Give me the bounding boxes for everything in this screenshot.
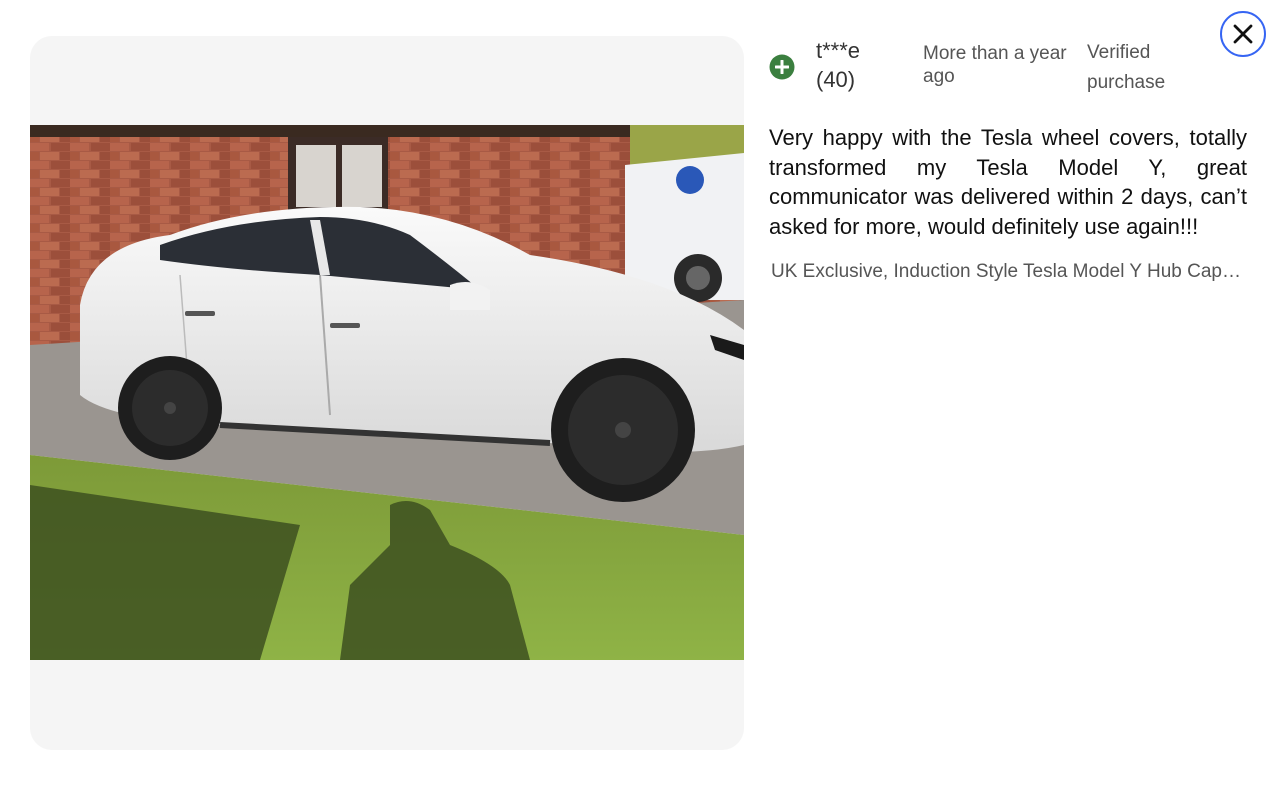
review-photo [30, 125, 744, 660]
review-text: Very happy with the Tesla wheel covers, … [769, 125, 1247, 239]
item-title: UK Exclusive, Induction Style Tesla Mode… [771, 261, 1243, 282]
positive-feedback-plus-icon [769, 54, 795, 80]
verified-purchase-label: Verified purchase [1087, 42, 1166, 93]
reviewer-name: t***e (40) [816, 38, 861, 92]
media-panel [30, 36, 744, 750]
review-time: More than a year ago [923, 43, 1067, 87]
close-button[interactable] [1220, 11, 1266, 57]
close-icon [1233, 24, 1253, 44]
review-meta: t***e (40) More than a year ago Verified… [769, 36, 1249, 106]
review-panel: t***e (40) More than a year ago Verified… [769, 36, 1249, 282]
review-photo-modal: t***e (40) More than a year ago Verified… [0, 0, 1280, 787]
